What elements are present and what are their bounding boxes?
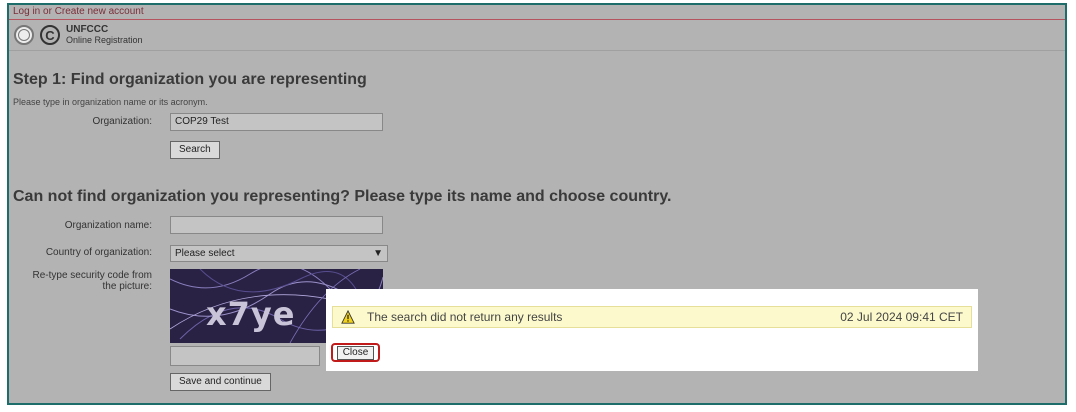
security-code-input[interactable] bbox=[170, 346, 320, 366]
organization-name-input[interactable] bbox=[170, 216, 383, 234]
warning-icon bbox=[341, 310, 355, 324]
brand-subtitle: Online Registration bbox=[66, 35, 143, 45]
chevron-down-icon: ▼ bbox=[373, 248, 383, 259]
organization-name-label: Organization name: bbox=[64, 220, 152, 231]
country-select[interactable]: Please select ▼ bbox=[170, 245, 388, 262]
un-emblem-icon bbox=[14, 25, 34, 45]
search-result-dialog: The search did not return any results 02… bbox=[326, 289, 978, 371]
top-bar: Log in or Create new account bbox=[9, 5, 1065, 20]
organization-label: Organization: bbox=[92, 116, 152, 127]
country-selected: Please select bbox=[175, 248, 235, 259]
security-code-label: Re-type security code from the picture: bbox=[12, 270, 153, 292]
security-code-label-line1: Re-type security code from bbox=[32, 270, 153, 281]
page-frame: Log in or Create new account C UNFCCC On… bbox=[7, 3, 1067, 405]
step1-hint: Please type in organization name or its … bbox=[13, 97, 208, 107]
alert-bar: The search did not return any results 02… bbox=[332, 306, 972, 328]
alert-timestamp: 02 Jul 2024 09:41 CET bbox=[840, 310, 963, 324]
alert-message: The search did not return any results bbox=[367, 310, 563, 324]
close-button-highlight: Close bbox=[331, 343, 380, 362]
unfccc-logo-icon: C bbox=[40, 25, 60, 45]
save-and-continue-button[interactable]: Save and continue bbox=[170, 373, 271, 391]
brand-name: UNFCCC bbox=[66, 24, 109, 35]
organization-input[interactable]: COP29 Test bbox=[170, 113, 383, 131]
search-button[interactable]: Search bbox=[170, 141, 220, 159]
brand: UNFCCC Online Registration bbox=[66, 24, 143, 46]
country-label: Country of organization: bbox=[45, 247, 152, 258]
header-logos: C UNFCCC Online Registration bbox=[9, 20, 1065, 51]
captcha-text: x7ye bbox=[206, 295, 296, 333]
step1-title: Step 1: Find organization you are repres… bbox=[13, 71, 367, 88]
login-link[interactable]: Log in or Create new account bbox=[13, 6, 144, 17]
security-code-label-line2: the picture: bbox=[102, 281, 152, 292]
step2-title: Can not find organization you representi… bbox=[13, 188, 672, 205]
close-button[interactable]: Close bbox=[336, 345, 375, 360]
